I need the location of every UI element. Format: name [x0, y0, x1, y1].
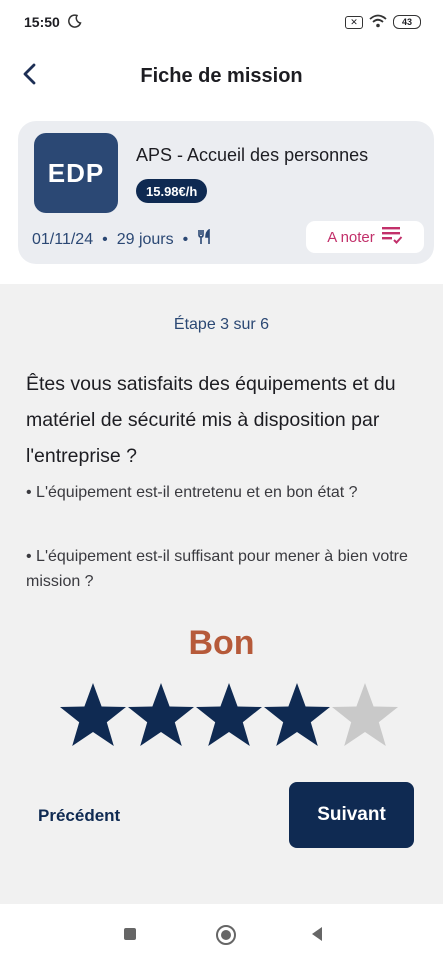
mission-duration: 29 jours [116, 230, 174, 248]
chevron-left-icon [20, 62, 40, 91]
wifi-icon [369, 14, 387, 31]
rate-button-label: A noter [327, 228, 375, 246]
system-back-button[interactable] [312, 927, 322, 941]
moon-icon [67, 13, 82, 31]
question-text: Êtes vous satisfaits des équipements et … [26, 373, 396, 467]
company-logo: EDP [34, 133, 118, 213]
mission-date: 01/11/24 [32, 230, 94, 248]
question-hint: • L'équipement est-il entretenu et en bo… [26, 484, 358, 501]
star-filled-icon[interactable] [125, 680, 197, 752]
star-rating[interactable] [57, 680, 401, 752]
star-empty-icon[interactable] [329, 680, 401, 752]
mission-meta: 01/11/24 • 29 jours • [32, 228, 213, 250]
rating-label: Bon [188, 624, 255, 662]
status-time: 15:50 [24, 14, 60, 30]
rate-badge: 15.98€/h [136, 179, 208, 203]
star-filled-icon[interactable] [193, 680, 265, 752]
mission-card[interactable]: EDP APS - Accueil des personnes 15.98€/h… [18, 121, 434, 264]
status-left: 15:50 [24, 13, 82, 31]
page-title: Fiche de mission [140, 64, 303, 87]
recent-apps-button[interactable] [124, 928, 136, 940]
meta-separator: • [182, 230, 189, 248]
home-button[interactable] [216, 925, 236, 945]
next-button[interactable]: Suivant [289, 782, 414, 848]
utensils-icon [197, 228, 213, 250]
status-right: ✕ 43 [345, 14, 421, 31]
rate-mission-button[interactable]: A noter [306, 221, 424, 253]
sim-icon: ✕ [345, 15, 363, 29]
mission-title: APS - Accueil des personnes [136, 145, 369, 165]
step-indicator: Étape 3 sur 6 [173, 316, 270, 333]
back-button[interactable] [14, 60, 46, 92]
status-bar: 15:50 ✕ 43 [0, 0, 443, 44]
question-panel: Étape 3 sur 6 Êtes vous satisfaits des é… [0, 284, 443, 904]
star-filled-icon[interactable] [57, 680, 129, 752]
app-header: Fiche de mission [0, 44, 443, 108]
checklist-icon [381, 225, 403, 249]
star-filled-icon[interactable] [261, 680, 333, 752]
previous-button[interactable]: Précédent [38, 806, 120, 826]
meta-separator: • [102, 230, 108, 248]
question-hint: • L'équipement est-il suffisant pour men… [26, 548, 408, 590]
battery-indicator: 43 [393, 15, 421, 29]
system-nav-bar [0, 904, 443, 966]
